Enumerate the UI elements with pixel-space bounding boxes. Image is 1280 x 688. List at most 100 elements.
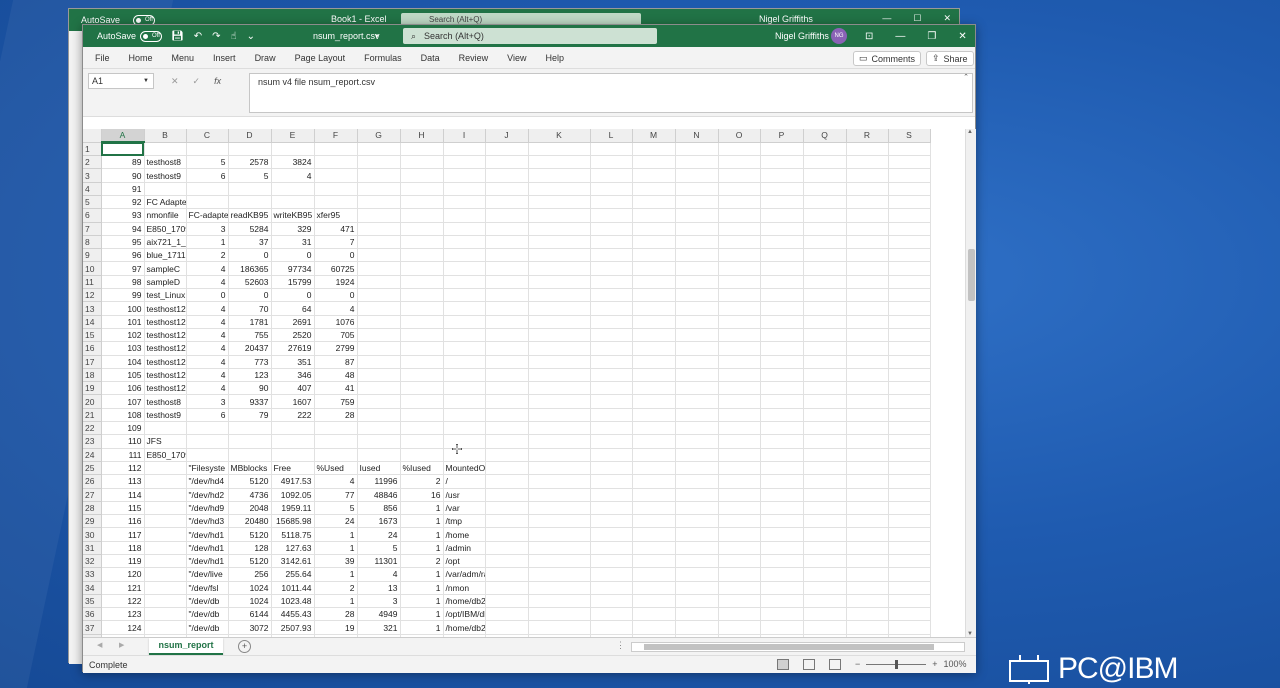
- cell[interactable]: 106: [101, 381, 145, 396]
- cell[interactable]: 11301: [357, 554, 401, 569]
- cell[interactable]: [675, 408, 719, 423]
- cell[interactable]: [718, 527, 761, 542]
- cell[interactable]: [803, 514, 847, 529]
- cell[interactable]: [888, 434, 931, 449]
- cell[interactable]: [632, 607, 676, 622]
- cell[interactable]: 3: [357, 594, 401, 609]
- cell[interactable]: FC-adapte: [186, 208, 229, 223]
- cell[interactable]: [718, 421, 761, 436]
- cell[interactable]: [528, 155, 591, 170]
- cell[interactable]: [675, 355, 719, 369]
- cell[interactable]: [144, 142, 187, 157]
- cell[interactable]: [528, 620, 591, 635]
- cell[interactable]: 127.63: [271, 541, 315, 556]
- cell[interactable]: [443, 261, 486, 276]
- cell[interactable]: [803, 581, 847, 595]
- cell[interactable]: 1: [314, 541, 358, 556]
- cell[interactable]: [888, 301, 931, 316]
- cell[interactable]: [485, 261, 529, 276]
- cell[interactable]: [803, 394, 847, 409]
- cell[interactable]: [718, 142, 761, 157]
- cell[interactable]: [632, 514, 676, 529]
- cell[interactable]: [888, 607, 931, 622]
- cell[interactable]: [718, 541, 761, 556]
- cell[interactable]: 91: [101, 182, 145, 196]
- cell[interactable]: "/dev/hd1: [186, 527, 229, 542]
- cell[interactable]: 6144: [228, 607, 272, 622]
- cell[interactable]: [888, 421, 931, 436]
- cell[interactable]: 121: [101, 581, 145, 595]
- cell[interactable]: 123: [101, 607, 145, 622]
- cell[interactable]: 79: [228, 408, 272, 423]
- cell[interactable]: "/dev/hd3: [186, 514, 229, 529]
- cell[interactable]: [718, 355, 761, 369]
- cell[interactable]: [400, 208, 444, 223]
- cell[interactable]: JFS: [144, 434, 187, 449]
- cell[interactable]: [846, 222, 889, 236]
- cell[interactable]: 6: [186, 168, 229, 183]
- cell[interactable]: [718, 461, 761, 476]
- zoom-slider[interactable]: [866, 659, 927, 669]
- cell[interactable]: [718, 581, 761, 595]
- cell[interactable]: [760, 434, 804, 449]
- cell[interactable]: [400, 434, 444, 449]
- cell[interactable]: [846, 355, 889, 369]
- cell[interactable]: [400, 381, 444, 396]
- cell[interactable]: /opt: [443, 554, 486, 569]
- cell[interactable]: [846, 315, 889, 329]
- cell[interactable]: [400, 315, 444, 329]
- page-break-view-icon[interactable]: [829, 659, 841, 670]
- vertical-scrollbar[interactable]: ▲ ▼: [965, 129, 976, 637]
- cell[interactable]: [718, 248, 761, 263]
- cell[interactable]: 9337: [228, 394, 272, 409]
- row-header[interactable]: 33: [83, 567, 102, 582]
- cell[interactable]: [632, 474, 676, 489]
- cell[interactable]: [590, 501, 633, 516]
- cell[interactable]: 1: [400, 541, 444, 556]
- row-header[interactable]: 10: [83, 261, 102, 276]
- page-layout-view-icon[interactable]: [803, 659, 815, 670]
- cell[interactable]: [144, 474, 187, 489]
- cell[interactable]: [675, 461, 719, 476]
- cell[interactable]: 111: [101, 448, 145, 462]
- cell[interactable]: [632, 461, 676, 476]
- cell[interactable]: [144, 607, 187, 622]
- cell[interactable]: sampleD: [144, 275, 187, 290]
- cell[interactable]: 856: [357, 501, 401, 516]
- cell[interactable]: [485, 554, 529, 569]
- cell[interactable]: E850_1709: [144, 448, 187, 462]
- cell[interactable]: [888, 461, 931, 476]
- cell[interactable]: 1: [186, 235, 229, 250]
- row-header[interactable]: 16: [83, 341, 102, 356]
- cell[interactable]: [632, 594, 676, 609]
- cell[interactable]: MountedOn: [443, 461, 486, 476]
- cell[interactable]: [528, 448, 591, 462]
- function-icon[interactable]: fx: [214, 73, 221, 89]
- tab-file[interactable]: File: [95, 53, 110, 63]
- cell[interactable]: [803, 261, 847, 276]
- cell[interactable]: 96: [101, 248, 145, 263]
- cell[interactable]: [485, 594, 529, 609]
- cell[interactable]: 0: [228, 248, 272, 263]
- cell[interactable]: /usr: [443, 488, 486, 502]
- cell[interactable]: [632, 288, 676, 303]
- cell[interactable]: 5118.75: [271, 527, 315, 542]
- cell[interactable]: [485, 567, 529, 582]
- cell[interactable]: [632, 434, 676, 449]
- cell[interactable]: [528, 527, 591, 542]
- restore-icon[interactable]: ❐: [927, 31, 936, 42]
- cell[interactable]: 4736: [228, 488, 272, 502]
- cell[interactable]: [144, 421, 187, 436]
- cell[interactable]: [632, 235, 676, 250]
- cell[interactable]: [888, 222, 931, 236]
- cell[interactable]: [443, 208, 486, 223]
- cell[interactable]: [632, 142, 676, 157]
- cell[interactable]: 48846: [357, 488, 401, 502]
- cell[interactable]: [485, 408, 529, 423]
- cell[interactable]: 89: [101, 155, 145, 170]
- sheet-nav-next-icon[interactable]: ▶: [119, 641, 124, 649]
- cell[interactable]: 27619: [271, 341, 315, 356]
- cell[interactable]: [590, 594, 633, 609]
- cell[interactable]: [485, 248, 529, 263]
- cell[interactable]: 1023.48: [271, 594, 315, 609]
